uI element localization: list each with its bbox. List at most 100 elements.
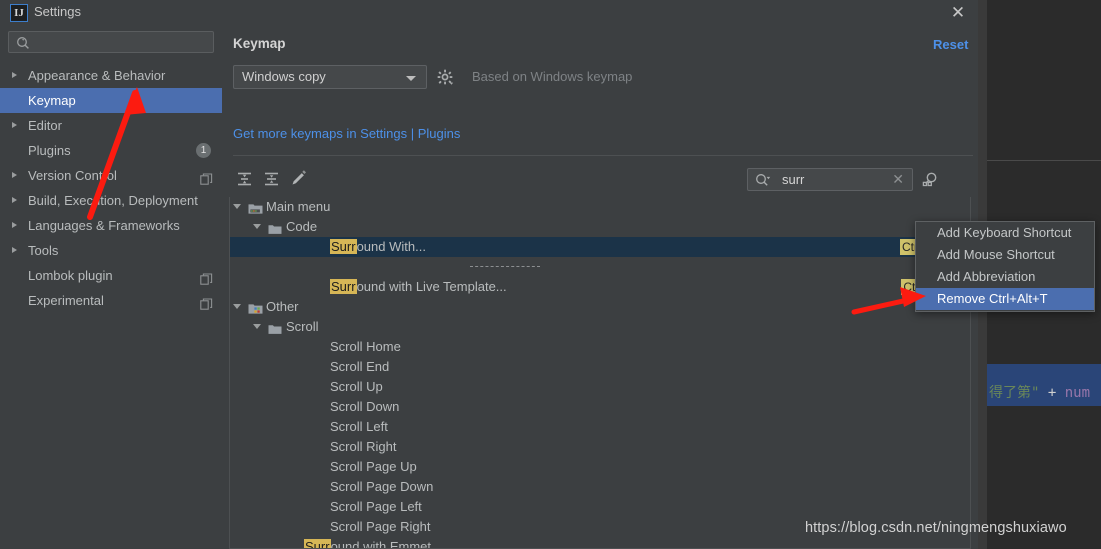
sidebar-item-experimental[interactable]: Experimental [0, 288, 222, 313]
panel-divider [233, 155, 973, 156]
tree-row-scroll-down[interactable]: Scroll Down [230, 397, 970, 417]
search-match-highlight: Surr [330, 279, 357, 294]
clear-icon[interactable]: ✕ [892, 171, 904, 188]
sidebar-item-tools[interactable]: Tools [0, 238, 222, 263]
sidebar-list: Appearance & Behavior Keymap Editor Plugins… [0, 63, 222, 313]
chevron-right-icon [12, 247, 17, 253]
tree-row-scroll-page-down[interactable]: Scroll Page Down [230, 477, 970, 497]
sidebar-item-label: Keymap [28, 93, 76, 108]
context-menu-item-remove-ctrl-alt-t[interactable]: Remove Ctrl+Alt+T [916, 288, 1094, 310]
chevron-down-icon[interactable] [253, 224, 261, 229]
tree-row-label: Surround with Emmet [304, 537, 431, 548]
tree-row-label: Scroll Up [330, 379, 383, 394]
sidebar-item-label: Build, Execution, Deployment [28, 193, 198, 208]
plugin-update-badge: 1 [196, 143, 211, 158]
sidebar-item-keymap[interactable]: Keymap [0, 88, 222, 113]
tree-row-label: Scroll Right [330, 439, 397, 454]
edit-pencil-icon[interactable] [287, 167, 311, 191]
gear-icon[interactable] [436, 68, 456, 88]
tree-separator-row [230, 257, 970, 277]
chevron-down-icon [406, 76, 416, 81]
tree-row-surround-with[interactable]: Surround With...Ctrl+Alt+T [230, 237, 970, 257]
chevron-right-icon [12, 197, 17, 203]
tree-row-main-menu[interactable]: Main menu [230, 197, 970, 217]
ide-code-identifier: num [1064, 385, 1091, 401]
tree-row-label: Scroll Down [330, 399, 400, 414]
sidebar-item-label: Tools [28, 243, 59, 258]
tree-row-scroll-left[interactable]: Scroll Left [230, 417, 970, 437]
sidebar-item-version-control[interactable]: Version Control [0, 163, 222, 188]
menu-separator-line [470, 266, 540, 267]
tree-row-label: Other [266, 299, 299, 314]
keymap-select[interactable]: Windows copy [233, 65, 427, 89]
folder-other-icon [248, 301, 263, 314]
tree-row-label: Scroll End [330, 359, 390, 374]
folder-icon [268, 221, 282, 234]
close-icon[interactable]: ✕ [947, 2, 969, 24]
sidebar-search-input[interactable] [8, 31, 214, 53]
page-title: Keymap [233, 36, 286, 51]
context-menu-item-add-abbreviation[interactable]: Add Abbreviation [916, 266, 1094, 288]
ide-horizontal-divider [987, 160, 1101, 161]
tree-row-scroll-page-up[interactable]: Scroll Page Up [230, 457, 970, 477]
search-icon [16, 36, 32, 55]
keymap-search-value: surr [782, 172, 805, 187]
tree-row-label: Surround with Live Template... [330, 279, 507, 294]
ide-code-operator: + [1047, 385, 1057, 401]
folder-icon [268, 321, 282, 334]
find-by-shortcut-icon[interactable] [919, 169, 941, 191]
keymap-actions-tree[interactable]: Main menuCodeSurround With...Ctrl+Alt+TS… [229, 197, 971, 549]
sidebar-item-editor[interactable]: Editor [0, 113, 222, 138]
tree-row-scroll[interactable]: Scroll [230, 317, 970, 337]
ide-code-string: 得了第" [989, 385, 1040, 401]
chevron-down-icon[interactable] [233, 204, 241, 209]
ide-code-text: 得了第" + num [989, 382, 1090, 402]
tree-row-label: Scroll Page Down [330, 479, 434, 494]
tree-row-label: Scroll [286, 319, 319, 334]
tree-row-scroll-home[interactable]: Scroll Home [230, 337, 970, 357]
collapse-all-icon[interactable] [260, 167, 284, 191]
shortcut-context-menu: Add Keyboard Shortcut Add Mouse Shortcut A… [915, 221, 1095, 312]
copy-icon [200, 294, 213, 319]
chevron-right-icon [12, 222, 17, 228]
chevron-down-icon[interactable] [253, 324, 261, 329]
dialog-titlebar: IJ Settings [0, 0, 978, 27]
sidebar-item-languages-frameworks[interactable]: Languages & Frameworks [0, 213, 222, 238]
tree-row-label: Code [286, 219, 318, 234]
keymap-select-value: Windows copy [242, 69, 326, 84]
sidebar-item-build-execution-deployment[interactable]: Build, Execution, Deployment [0, 188, 222, 213]
tree-row-scroll-right[interactable]: Scroll Right [230, 437, 970, 457]
intellij-idea-icon: IJ [10, 4, 28, 22]
keymap-search-input[interactable]: surr ✕ [747, 168, 913, 191]
tree-row-scroll-page-left[interactable]: Scroll Page Left [230, 497, 970, 517]
chevron-down-icon[interactable] [233, 304, 241, 309]
tree-row-scroll-up[interactable]: Scroll Up [230, 377, 970, 397]
sidebar-item-label: Languages & Frameworks [28, 218, 180, 233]
expand-all-icon[interactable] [233, 167, 257, 191]
tree-row-scroll-end[interactable]: Scroll End [230, 357, 970, 377]
keymap-panel: Keymap Reset Windows copy Based on Windo… [222, 27, 978, 549]
sidebar-item-lombok-plugin[interactable]: Lombok plugin [0, 263, 222, 288]
based-on-label: Based on Windows keymap [472, 69, 633, 84]
settings-dialog: IJ Settings ✕ Appearance & Behavior Keyma… [0, 0, 978, 549]
get-more-keymaps-link[interactable]: Get more keymaps in Settings | Plugins [233, 126, 460, 141]
tree-row-surround-live-template[interactable]: Surround with Live Template...Ctrl+Alt+J [230, 277, 970, 297]
tree-row-label: Scroll Home [330, 339, 401, 354]
chevron-right-icon [12, 72, 17, 78]
screenshot-root: 得了第" + num IJ Settings ✕ Appearance & Be [0, 0, 1101, 549]
chevron-right-icon [12, 122, 17, 128]
context-menu-item-add-keyboard-shortcut[interactable]: Add Keyboard Shortcut [916, 222, 1094, 244]
tree-row-code[interactable]: Code [230, 217, 970, 237]
watermark-text: https://blog.csdn.net/ningmengshuxiawo [805, 520, 1067, 536]
sidebar-item-appearance-behavior[interactable]: Appearance & Behavior [0, 63, 222, 88]
tree-row-label: Surround With... [330, 239, 426, 254]
tree-row-label: Scroll Left [330, 419, 388, 434]
chevron-right-icon [12, 172, 17, 178]
tree-row-other[interactable]: Other [230, 297, 970, 317]
sidebar-item-label: Editor [28, 118, 62, 133]
context-menu-item-add-mouse-shortcut[interactable]: Add Mouse Shortcut [916, 244, 1094, 266]
sidebar-item-plugins[interactable]: Plugins 1 [0, 138, 222, 163]
tree-row-surround-with-emmet[interactable]: Surround with Emmet [230, 537, 970, 548]
tree-row-label: Main menu [266, 199, 331, 214]
reset-button[interactable]: Reset [933, 37, 968, 52]
